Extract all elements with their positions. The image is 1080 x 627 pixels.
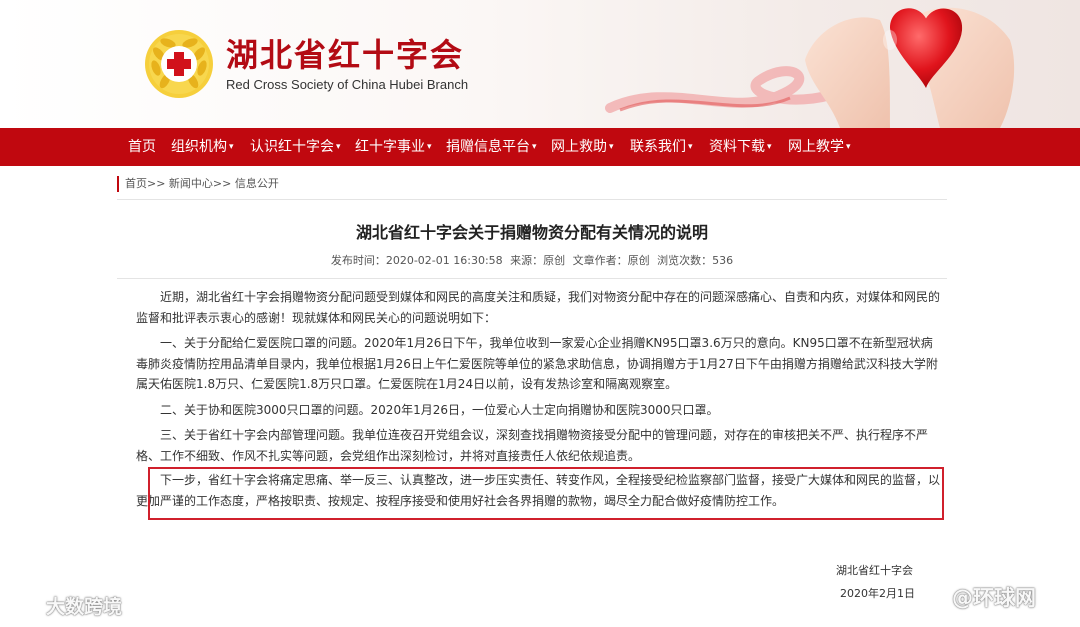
divider — [117, 278, 947, 279]
site-header: 湖北省红十字会 Red Cross Society of China Hubei… — [0, 0, 1080, 128]
red-cross-wreath-icon[interactable] — [143, 28, 215, 100]
highlight-annotation-box — [148, 467, 944, 520]
nav-item-downloads[interactable]: 资料下载 ▾ — [709, 128, 772, 166]
site-subtitle: Red Cross Society of China Hubei Branch — [226, 77, 469, 92]
nav-item-red-cross-cause[interactable]: 红十字事业 ▾ — [355, 128, 432, 166]
nav-label: 网上教学 — [788, 139, 844, 155]
signature-org: 湖北省红十字会 — [836, 564, 913, 577]
nav-label: 组织机构 — [171, 139, 227, 155]
nav-item-contact[interactable]: 联系我们 ▾ — [630, 128, 693, 166]
nav-label: 网上救助 — [551, 139, 607, 155]
watermark-left: 大数跨境 — [8, 592, 122, 619]
view-count: 浏览次数：536 — [657, 254, 734, 267]
chevron-down-icon: ▾ — [336, 142, 341, 152]
nav-label: 红十字事业 — [355, 139, 425, 155]
source: 来源：原创 — [510, 254, 566, 267]
article-meta: 发布时间：2020-02-01 16:30:58 来源：原创 文章作者：原创 浏… — [0, 252, 1064, 268]
heart-in-hands-icon — [605, 7, 1015, 128]
nav-item-organization[interactable]: 组织机构 ▾ — [171, 128, 234, 166]
divider — [117, 199, 947, 200]
chevron-down-icon: ▾ — [767, 142, 772, 152]
nav-label: 首页 — [128, 139, 156, 155]
nav-item-online-aid[interactable]: 网上救助 ▾ — [551, 128, 614, 166]
nav-item-online-teaching[interactable]: 网上教学 ▾ — [788, 128, 851, 166]
weibo-logo-icon — [918, 586, 948, 609]
site-title: 湖北省红十字会 — [226, 36, 465, 74]
kuaishou-logo-icon — [8, 597, 42, 613]
paragraph-item-3: 三、关于省红十字会内部管理问题。我单位连夜召开党组会议，深刻查找捐赠物资接受分配… — [136, 428, 929, 463]
chevron-down-icon: ▾ — [688, 142, 693, 152]
main-nav: 首页 组织机构 ▾ 认识红十字会 ▾ 红十字事业 ▾ 捐赠信息平台 ▾ 网上救助 ▾ 联系… — [0, 128, 1080, 166]
nav-item-home[interactable]: 首页 — [128, 128, 156, 166]
nav-item-about-red-cross[interactable]: 认识红十字会 ▾ — [250, 128, 341, 166]
paragraph-item-1: 一、关于分配给仁爱医院口罩的问题。2020年1月26日下午，我单位收到一家爱心企… — [136, 336, 938, 391]
nav-label: 联系我们 — [630, 139, 686, 155]
chevron-down-icon: ▾ — [609, 142, 614, 152]
chevron-down-icon: ▾ — [532, 142, 537, 152]
nav-label: 捐赠信息平台 — [446, 139, 530, 155]
watermark-left-text: 大数跨境 — [46, 596, 123, 618]
nav-label: 资料下载 — [709, 139, 765, 155]
watermark-right: @环球网 — [918, 582, 1036, 612]
chevron-down-icon: ▾ — [427, 142, 432, 152]
publish-time: 发布时间：2020-02-01 16:30:58 — [330, 254, 503, 267]
chevron-down-icon: ▾ — [846, 142, 851, 152]
chevron-down-icon: ▾ — [229, 142, 234, 152]
nav-label: 认识红十字会 — [250, 139, 334, 155]
signature-date: 2020年2月1日 — [840, 587, 915, 600]
paragraph-item-2: 二、关于协和医院3000只口罩的问题。2020年1月26日，一位爱心人士定向捐赠… — [160, 403, 719, 417]
author: 文章作者：原创 — [572, 254, 650, 267]
nav-item-donation-platform[interactable]: 捐赠信息平台 ▾ — [446, 128, 537, 166]
watermark-right-text: @环球网 — [952, 586, 1036, 610]
article-title: 湖北省红十字会关于捐赠物资分配有关情况的说明 — [355, 223, 708, 242]
paragraph-intro: 近期，湖北省红十字会捐赠物资分配问题受到媒体和网民的高度关注和质疑，我们对物资分… — [136, 290, 941, 325]
breadcrumb[interactable]: 首页>> 新闻中心>> 信息公开 — [117, 176, 279, 192]
